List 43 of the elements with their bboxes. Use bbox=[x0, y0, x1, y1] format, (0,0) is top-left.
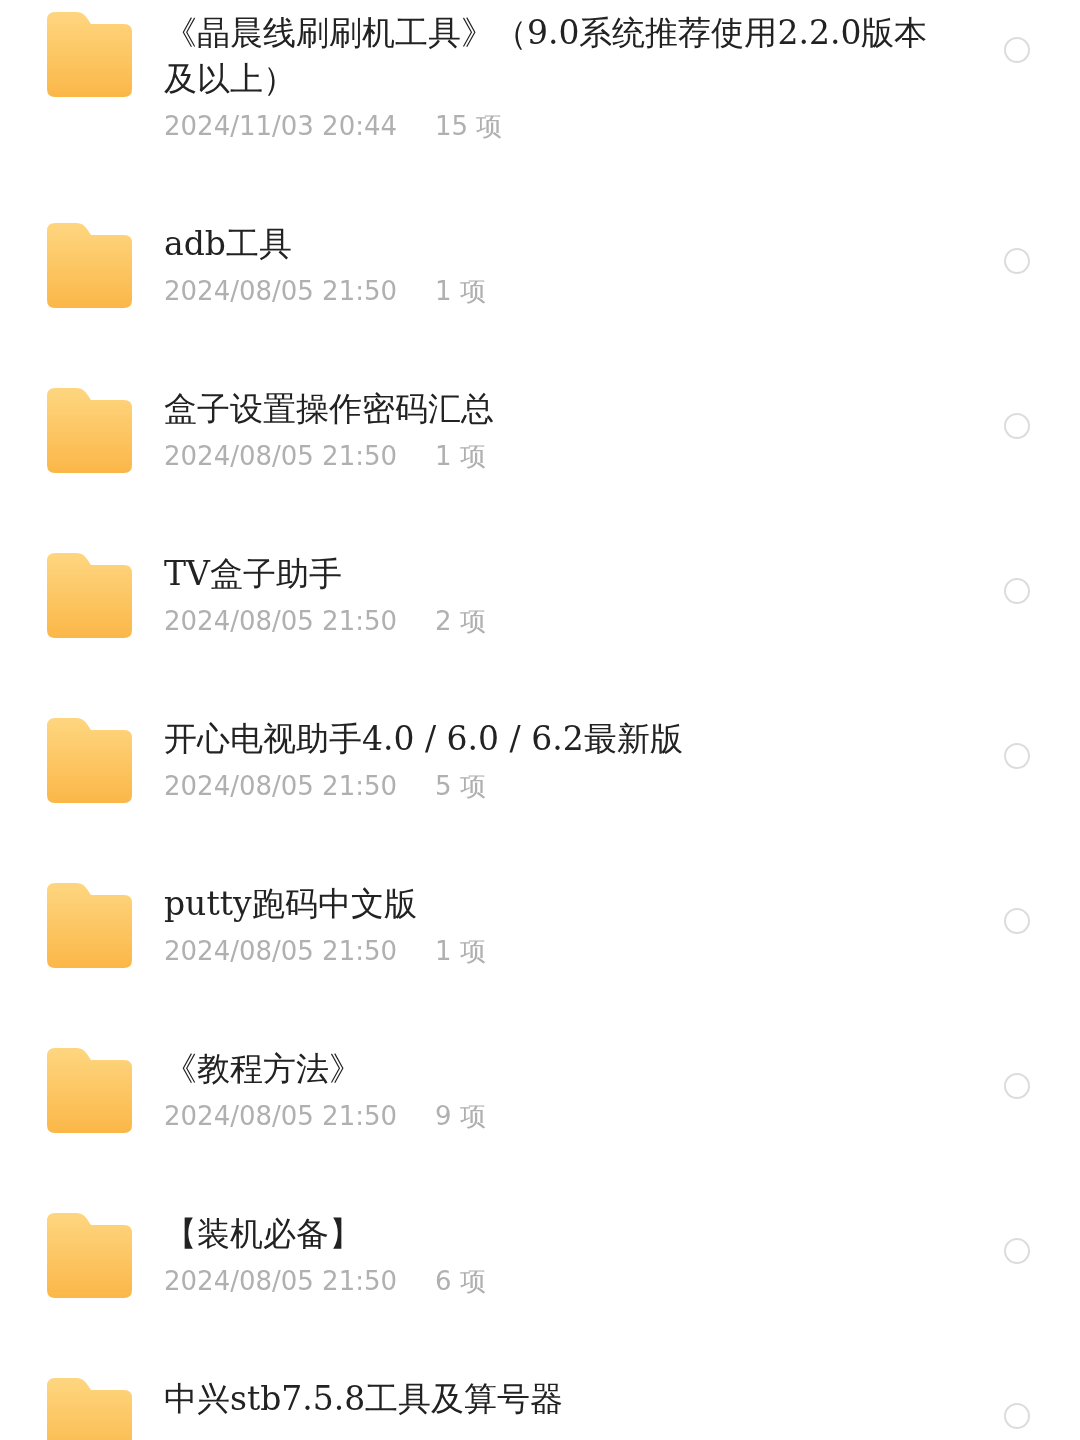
item-count: 1 项 bbox=[435, 440, 486, 473]
item-count: 1 项 bbox=[435, 935, 486, 968]
item-count: 2 项 bbox=[435, 605, 486, 638]
select-checkbox[interactable] bbox=[1004, 1238, 1030, 1264]
folder-icon bbox=[47, 223, 132, 308]
folder-name[interactable]: 【装机必备】 bbox=[164, 1211, 954, 1257]
modified-date: 2024/08/05 21:50 bbox=[164, 1100, 398, 1133]
modified-date: 2024/11/03 20:44 bbox=[164, 110, 398, 143]
folder-icon bbox=[47, 1213, 132, 1298]
folder-name[interactable]: 《晶晨线刷刷机工具》（9.0系统推荐使用2.2.0版本及以上） bbox=[164, 10, 954, 102]
folder-icon bbox=[47, 1378, 132, 1440]
modified-date: 2024/08/05 21:50 bbox=[164, 440, 398, 473]
folder-icon bbox=[47, 718, 132, 803]
modified-date: 2024/08/05 21:50 bbox=[164, 1265, 398, 1298]
modified-date: 2024/08/05 21:50 bbox=[164, 275, 398, 308]
item-count: 15 项 bbox=[435, 110, 503, 143]
item-count: 9 项 bbox=[435, 1100, 486, 1133]
folder-name[interactable]: 开心电视助手4.0 / 6.0 / 6.2最新版 bbox=[164, 716, 954, 762]
item-count: 1 项 bbox=[435, 275, 486, 308]
folder-icon bbox=[47, 12, 132, 97]
folder-name[interactable]: 中兴stb7.5.8工具及算号器 bbox=[164, 1376, 954, 1422]
select-checkbox[interactable] bbox=[1004, 413, 1030, 439]
select-checkbox[interactable] bbox=[1004, 1403, 1030, 1429]
select-checkbox[interactable] bbox=[1004, 578, 1030, 604]
modified-date: 2024/08/05 21:50 bbox=[164, 770, 398, 803]
item-count: 5 项 bbox=[435, 770, 486, 803]
folder-name[interactable]: putty跑码中文版 bbox=[164, 881, 954, 927]
select-checkbox[interactable] bbox=[1004, 743, 1030, 769]
select-checkbox[interactable] bbox=[1004, 1073, 1030, 1099]
select-checkbox[interactable] bbox=[1004, 908, 1030, 934]
folder-name[interactable]: adb工具 bbox=[164, 221, 954, 267]
folder-name[interactable]: TV盒子助手 bbox=[164, 551, 954, 597]
modified-date: 2024/08/05 21:50 bbox=[164, 935, 398, 968]
folder-icon bbox=[47, 1048, 132, 1133]
select-checkbox[interactable] bbox=[1004, 37, 1030, 63]
folder-icon bbox=[47, 553, 132, 638]
folder-name[interactable]: 盒子设置操作密码汇总 bbox=[164, 386, 954, 432]
select-checkbox[interactable] bbox=[1004, 248, 1030, 274]
item-count: 6 项 bbox=[435, 1265, 486, 1298]
folder-icon bbox=[47, 388, 132, 473]
folder-name[interactable]: 《教程方法》 bbox=[164, 1046, 954, 1092]
modified-date: 2024/08/05 21:50 bbox=[164, 605, 398, 638]
folder-icon bbox=[47, 883, 132, 968]
